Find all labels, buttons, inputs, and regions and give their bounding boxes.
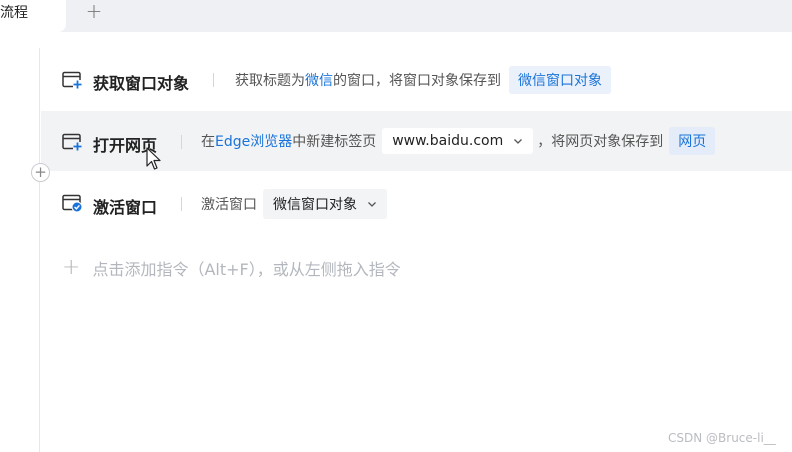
tab-flow[interactable]: 流程 bbox=[0, 0, 66, 32]
desc-text: 中新建标签页 bbox=[292, 134, 377, 150]
tab-bar: 流程 + bbox=[0, 0, 792, 32]
plus-icon: + bbox=[62, 255, 81, 280]
add-instruction-hint[interactable]: + 点击添加指令（Alt+F），或从左侧拖入指令 bbox=[62, 255, 401, 280]
desc-text: 的窗口，将窗口对象保存到 bbox=[333, 73, 501, 89]
window-plus-icon bbox=[62, 71, 82, 89]
divider bbox=[181, 197, 182, 211]
step-description: 激活窗口 微信窗口对象 bbox=[201, 189, 387, 219]
mouse-cursor-icon bbox=[146, 147, 161, 170]
desc-text: 在 bbox=[201, 134, 215, 150]
tab-flow-label: 流程 bbox=[0, 5, 28, 21]
watermark: CSDN @Bruce-li__ bbox=[668, 431, 776, 445]
add-tab-button[interactable]: + bbox=[84, 0, 104, 24]
window-object-dropdown[interactable]: 微信窗口对象 bbox=[263, 189, 387, 219]
output-variable-chip[interactable]: 微信窗口对象 bbox=[509, 66, 611, 94]
chevron-down-icon bbox=[514, 139, 523, 144]
url-value: www.baidu.com bbox=[392, 133, 504, 149]
output-variable-chip[interactable]: 网页 bbox=[669, 127, 716, 155]
window-plus-icon bbox=[62, 133, 82, 151]
browser-param[interactable]: Edge浏览器 bbox=[215, 131, 292, 151]
step-title: 激活窗口 bbox=[93, 198, 158, 217]
step-title: 获取窗口对象 bbox=[93, 74, 190, 93]
window-title-param[interactable]: 微信 bbox=[305, 70, 333, 90]
chevron-down-icon bbox=[368, 202, 376, 207]
url-dropdown[interactable]: www.baidu.com bbox=[382, 128, 534, 154]
desc-text: 激活窗口 bbox=[201, 197, 257, 213]
divider bbox=[213, 73, 214, 87]
step-row-get-window[interactable]: 获取窗口对象 获取标题为 微信 的窗口，将窗口对象保存到 微信窗口对象 bbox=[41, 50, 792, 108]
divider bbox=[181, 135, 182, 149]
add-instruction-text: 点击添加指令（Alt+F），或从左侧拖入指令 bbox=[92, 259, 401, 279]
desc-text: ，将网页对象保存到 bbox=[537, 134, 664, 150]
window-object-value: 微信窗口对象 bbox=[273, 197, 357, 213]
window-check-icon bbox=[62, 194, 82, 212]
step-description: 获取标题为 微信 的窗口，将窗口对象保存到 微信窗口对象 bbox=[235, 66, 611, 94]
flow-left-rule bbox=[39, 48, 40, 452]
desc-text: 获取标题为 bbox=[235, 73, 305, 89]
step-row-activate-window[interactable]: 激活窗口 激活窗口 微信窗口对象 bbox=[41, 174, 792, 232]
step-description: 在 Edge浏览器 中新建标签页 www.baidu.com ，将网页对象保存到 网… bbox=[201, 127, 716, 155]
